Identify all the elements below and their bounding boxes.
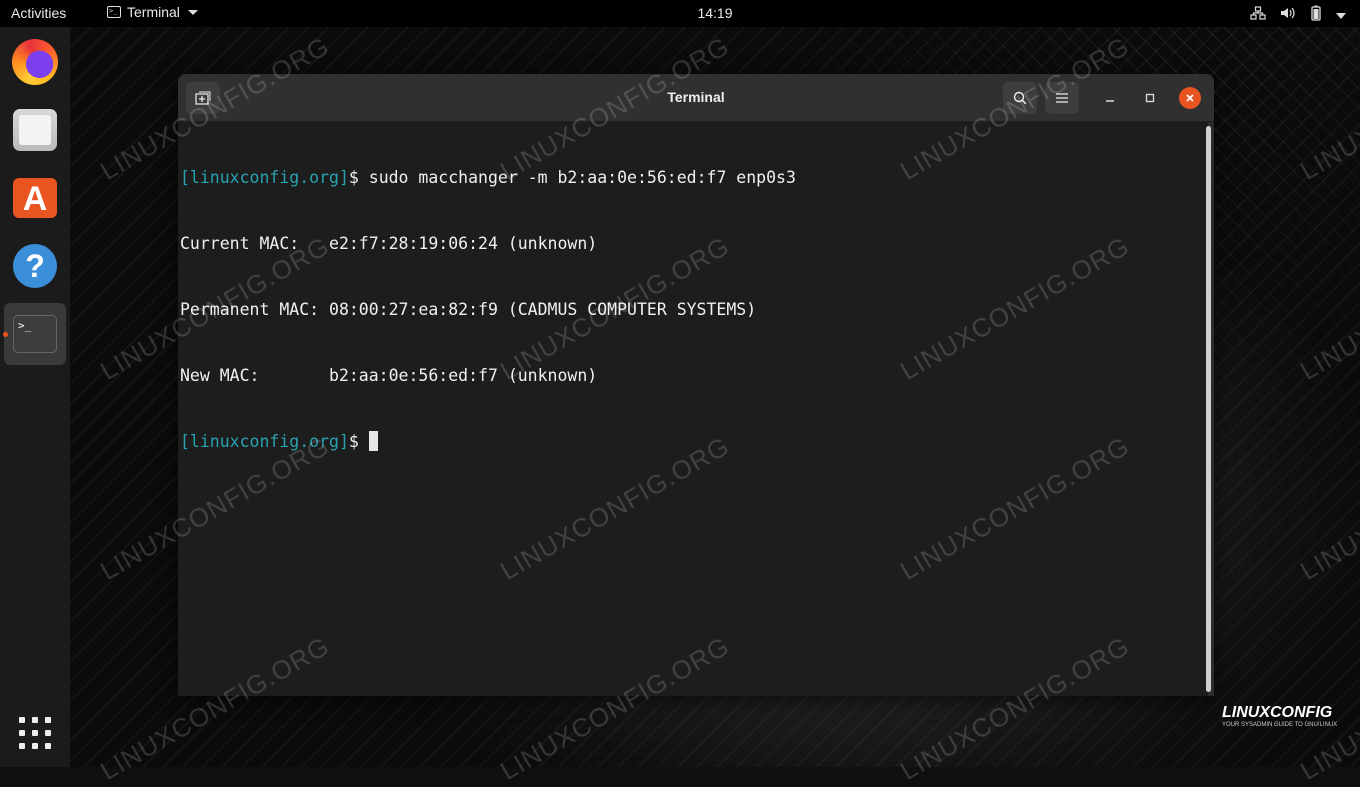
top-bar: Activities >_ Terminal 14:19 bbox=[0, 0, 1360, 27]
system-menu-chevron-icon bbox=[1336, 7, 1346, 23]
logo-tagline: YOUR SYSADMIN GUIDE TO GNU/LINUX bbox=[1222, 722, 1338, 728]
minimize-icon bbox=[1106, 100, 1114, 102]
prompt: [linuxconfig.org] bbox=[180, 168, 349, 187]
dock-software[interactable]: A bbox=[4, 167, 66, 229]
output-text: New MAC: b2:aa:0e:56:ed:f7 (unknown) bbox=[180, 366, 598, 385]
command-text: $ bbox=[348, 432, 369, 451]
menu-button[interactable] bbox=[1045, 82, 1079, 114]
dock: A ? >_ bbox=[0, 27, 70, 767]
terminal-line: Current MAC: e2:f7:28:19:06:24 (unknown) bbox=[180, 233, 1208, 255]
software-store-icon: A bbox=[13, 178, 57, 218]
files-icon bbox=[13, 109, 57, 151]
terminal-line: [linuxconfig.org]$ sudo macchanger -m b2… bbox=[180, 167, 1208, 189]
header-bar: Terminal bbox=[178, 74, 1214, 122]
clock[interactable]: 14:19 bbox=[0, 5, 1360, 21]
search-button[interactable] bbox=[1003, 82, 1037, 114]
running-indicator bbox=[3, 332, 8, 337]
terminal-line: [linuxconfig.org]$ bbox=[180, 431, 1208, 453]
search-icon bbox=[1013, 91, 1027, 105]
system-tray[interactable] bbox=[1250, 5, 1346, 24]
maximize-button[interactable] bbox=[1139, 87, 1161, 109]
scrollbar[interactable] bbox=[1206, 126, 1211, 692]
hamburger-icon bbox=[1056, 93, 1068, 103]
battery-icon bbox=[1310, 5, 1322, 24]
terminal-line: New MAC: b2:aa:0e:56:ed:f7 (unknown) bbox=[180, 365, 1208, 387]
show-applications-button[interactable] bbox=[19, 717, 51, 749]
dock-terminal[interactable]: >_ bbox=[3, 303, 66, 365]
close-icon bbox=[1186, 94, 1194, 102]
text-cursor bbox=[368, 431, 378, 451]
close-button[interactable] bbox=[1179, 87, 1201, 109]
prompt: [linuxconfig.org] bbox=[180, 432, 349, 451]
volume-icon bbox=[1280, 6, 1296, 23]
help-icon: ? bbox=[13, 244, 57, 288]
dock-firefox[interactable] bbox=[4, 31, 66, 93]
minimize-button[interactable] bbox=[1099, 87, 1121, 109]
network-icon bbox=[1250, 6, 1266, 23]
dock-files[interactable] bbox=[4, 99, 66, 161]
terminal-icon: >_ bbox=[13, 315, 57, 353]
logo-name: LINUXCONFIG bbox=[1222, 704, 1333, 721]
maximize-icon bbox=[1145, 93, 1155, 103]
command-text: $ sudo macchanger -m b2:aa:0e:56:ed:f7 e… bbox=[348, 168, 796, 187]
terminal-window: Terminal [linuxconfig.org]$ sudo macchan… bbox=[178, 74, 1214, 696]
linuxconfig-logo: LINUXCONFIG YOUR SYSADMIN GUIDE TO GNU/L… bbox=[1222, 704, 1337, 728]
dock-help[interactable]: ? bbox=[4, 235, 66, 297]
firefox-icon bbox=[12, 39, 58, 85]
output-text: Permanent MAC: 08:00:27:ea:82:f9 (CADMUS… bbox=[180, 300, 757, 319]
output-text: Current MAC: e2:f7:28:19:06:24 (unknown) bbox=[180, 234, 598, 253]
terminal-line: Permanent MAC: 08:00:27:ea:82:f9 (CADMUS… bbox=[180, 299, 1208, 321]
terminal-output[interactable]: [linuxconfig.org]$ sudo macchanger -m b2… bbox=[178, 122, 1208, 696]
